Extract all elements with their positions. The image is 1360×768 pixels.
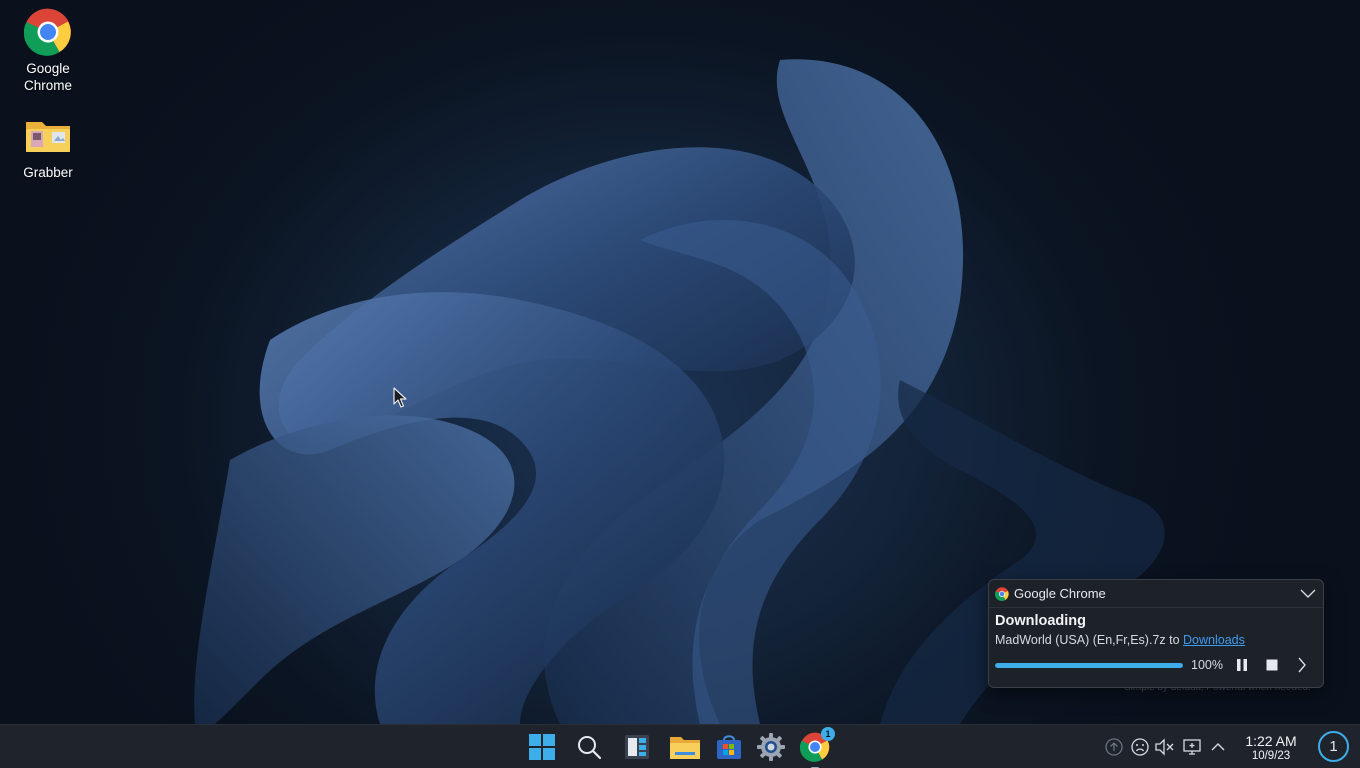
clock-date: 10/9/23 <box>1251 750 1291 762</box>
start-icon <box>529 734 555 760</box>
desktop: Google Chrome Grabber Simple by default,… <box>0 0 1360 724</box>
chrome-download-badge: 1 <box>821 727 835 741</box>
notification-message: MadWorld (USA) (En,Fr,Es).7z to Download… <box>995 630 1317 650</box>
store-icon <box>717 735 741 759</box>
search-icon <box>578 736 602 760</box>
settings-icon <box>757 733 785 761</box>
chrome-icon <box>995 586 1009 601</box>
store-button[interactable] <box>713 731 745 763</box>
desktop-icon-grabber[interactable]: Grabber <box>3 112 93 181</box>
notification-title: Downloading <box>995 613 1087 629</box>
chrome-icon <box>24 8 71 56</box>
notification-app-name: Google Chrome <box>1014 586 1106 601</box>
file-explorer-button[interactable] <box>669 731 701 763</box>
downloads-link[interactable]: Downloads <box>1183 633 1245 647</box>
desktop-icon-label: Google Chrome <box>23 61 72 93</box>
open-download-button[interactable] <box>1287 652 1317 678</box>
start-button[interactable] <box>526 731 558 763</box>
settings-button[interactable] <box>755 731 787 763</box>
chevron-down-icon <box>1300 589 1316 598</box>
download-progress-label: 100% <box>1191 658 1223 672</box>
pause-button[interactable] <box>1227 652 1257 678</box>
download-progress-fill <box>995 662 1183 668</box>
feedback-tray-button[interactable] <box>1130 737 1150 757</box>
pause-icon <box>1237 659 1247 671</box>
download-notification: Google Chrome Downloading MadWorld (USA)… <box>988 579 1324 688</box>
chevron-up-icon <box>1211 743 1225 751</box>
updates-tray-button[interactable] <box>1104 737 1124 757</box>
chrome-taskbar-button[interactable]: 1 <box>799 727 835 768</box>
mouse-cursor-icon <box>393 387 407 408</box>
volume-tray-button[interactable] <box>1155 737 1175 757</box>
folder-icon <box>26 122 70 152</box>
clock[interactable]: 1:22 AM 10/9/23 <box>1238 733 1304 763</box>
updates-icon <box>1105 738 1123 756</box>
widgets-icon <box>625 735 649 759</box>
widgets-button[interactable] <box>621 731 653 763</box>
stop-button[interactable] <box>1257 652 1287 678</box>
download-progress-row: 100% <box>995 652 1317 678</box>
desktop-icon-label: Grabber <box>23 165 73 180</box>
notification-header: Google Chrome <box>989 580 1323 608</box>
stop-icon <box>1266 659 1278 671</box>
download-progress-bar <box>995 662 1183 668</box>
show-hidden-icons-button[interactable] <box>1208 737 1228 757</box>
search-button[interactable] <box>573 731 605 763</box>
display-tray-button[interactable] <box>1182 737 1202 757</box>
clock-time: 1:22 AM <box>1245 733 1297 749</box>
sad-face-icon <box>1131 738 1149 756</box>
download-file-text: MadWorld (USA) (En,Fr,Es).7z to <box>995 633 1184 647</box>
display-icon <box>1183 739 1201 755</box>
file-explorer-icon <box>670 737 700 759</box>
notification-center-button[interactable]: 1 <box>1318 731 1349 762</box>
collapse-notification-button[interactable] <box>1299 585 1317 603</box>
volume-muted-icon <box>1155 738 1174 756</box>
taskbar: 1 1:22 AM 10/9/23 1 <box>0 724 1360 768</box>
chevron-right-icon <box>1298 657 1306 673</box>
desktop-icon-google-chrome[interactable]: Google Chrome <box>3 8 93 94</box>
